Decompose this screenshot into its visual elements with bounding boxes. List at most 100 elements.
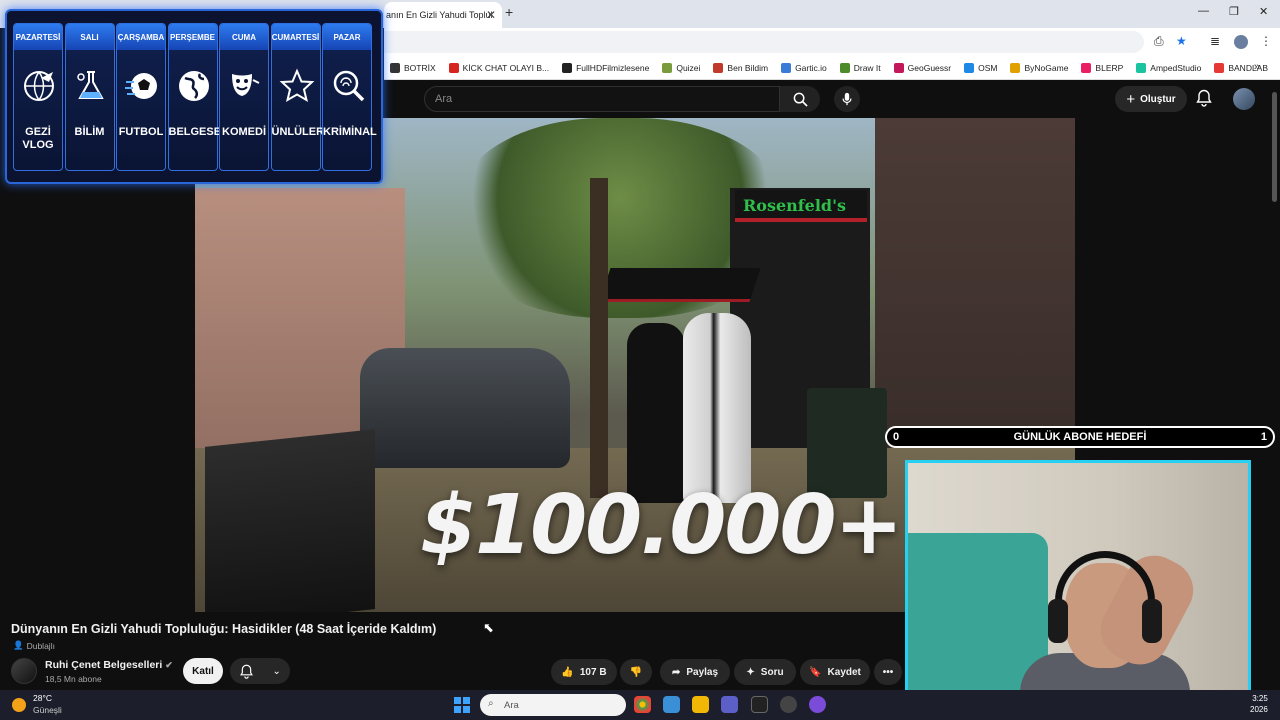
bookmark-label: OSM xyxy=(978,62,998,73)
bookmark-favicon-icon xyxy=(1214,62,1225,73)
video-trash-bin-left xyxy=(205,429,375,612)
channel-subscriber-count: 18,5 Mn abone xyxy=(45,674,102,684)
more-bookmarks-icon[interactable]: » xyxy=(1254,61,1260,73)
install-app-icon[interactable]: ⎙ xyxy=(1154,34,1164,49)
search-button[interactable] xyxy=(780,86,820,112)
bookmark-label: Gartic.io xyxy=(795,62,827,73)
scrollbar-thumb[interactable] xyxy=(1272,92,1277,202)
bookmark-item[interactable]: Ben Bildim xyxy=(713,62,769,73)
profile-avatar-icon[interactable] xyxy=(1234,35,1248,49)
create-button[interactable]: + Oluştur xyxy=(1115,86,1187,112)
bookmark-favicon-icon xyxy=(1081,62,1092,73)
join-button[interactable]: Katıl xyxy=(183,658,223,684)
minimize-icon[interactable]: — xyxy=(1198,5,1209,17)
schedule-day-name: PAZAR xyxy=(323,24,371,50)
schedule-day-name: CUMA xyxy=(220,24,268,50)
discord-app-icon[interactable] xyxy=(809,696,826,713)
soccer-ball-icon xyxy=(125,73,157,99)
address-bar-row: ⎙ ★ ≣ ⋮ xyxy=(384,28,1280,56)
close-window-icon[interactable]: ✕ xyxy=(1259,5,1268,18)
schedule-day-7: PAZAR KRİMİNAL xyxy=(322,23,377,171)
bookmark-item[interactable]: BOTRİX xyxy=(390,62,436,73)
bookmark-favicon-icon xyxy=(713,62,724,73)
subscription-notification-button[interactable]: ⌄ xyxy=(230,658,290,684)
bookmark-item[interactable]: AmpedStudio xyxy=(1136,62,1202,73)
notifications-bell-icon[interactable] xyxy=(1196,89,1212,107)
obs-app-icon[interactable] xyxy=(780,696,797,713)
new-tab-icon[interactable]: + xyxy=(505,4,513,20)
bookmark-label: BOTRİX xyxy=(404,62,436,73)
more-actions-button[interactable]: ••• xyxy=(874,659,902,685)
chevron-down-icon: ⌄ xyxy=(272,665,281,677)
bookmark-item[interactable]: Gartic.io xyxy=(781,62,827,73)
bookmark-star-icon[interactable]: ★ xyxy=(1176,34,1187,48)
goal-title: GÜNLÜK ABONE HEDEFİ xyxy=(1013,431,1147,443)
bookmark-item[interactable]: FullHDFilmizlesene xyxy=(562,62,650,73)
bookmark-item[interactable]: GeoGuessr xyxy=(893,62,952,73)
dislike-button[interactable]: 👎 xyxy=(620,659,652,685)
windows-start-icon[interactable] xyxy=(454,697,470,713)
bookmark-item[interactable]: Draw It xyxy=(839,62,881,73)
schedule-day-name: SALI xyxy=(65,24,114,50)
like-button[interactable]: 👍 107 B xyxy=(551,659,617,685)
schedule-day-name: CUMARTESİ xyxy=(271,24,320,50)
close-tab-icon[interactable]: ✕ xyxy=(486,8,496,22)
create-label: Oluştur xyxy=(1140,93,1176,105)
sun-icon xyxy=(12,698,26,712)
photos-app-icon[interactable] xyxy=(663,696,680,713)
bookmark-label: FullHDFilmizlesene xyxy=(576,62,650,73)
browser-tab[interactable]: anın En Gizli Yahudi Toplul ✕ xyxy=(384,2,502,28)
schedule-day-category: ÜNLÜLER xyxy=(271,126,325,138)
menu-kebab-icon[interactable]: ⋮ xyxy=(1260,34,1272,48)
windows-taskbar: 28°C Güneşli ⌕ Ara 3:25 2026 xyxy=(0,690,1280,720)
video-shop-awning xyxy=(599,268,761,302)
epic-games-icon[interactable] xyxy=(751,696,768,713)
channel-name[interactable]: Ruhi Çenet Belgeselleri ✔ xyxy=(45,659,173,671)
media-controls-icon[interactable]: ≣ xyxy=(1210,34,1220,48)
system-clock[interactable]: 3:25 2026 xyxy=(1250,693,1268,715)
video-tree-trunk xyxy=(590,178,608,498)
schedule-day-name: ÇARŞAMBA xyxy=(117,24,165,50)
share-label: Paylaş xyxy=(686,666,719,678)
clock-time: 3:25 xyxy=(1252,694,1268,703)
voice-search-button[interactable] xyxy=(834,86,860,112)
address-bar[interactable] xyxy=(384,31,1144,53)
mouse-cursor-icon: ⬉ xyxy=(483,620,494,635)
taskbar-search-placeholder: Ara xyxy=(504,699,519,711)
restore-icon[interactable]: ❐ xyxy=(1229,5,1239,18)
bookmark-item[interactable]: ByNoGame xyxy=(1010,62,1069,73)
theater-masks-icon xyxy=(232,74,260,96)
schedule-day-2: SALI BİLİM xyxy=(64,23,115,171)
chrome-app-icon[interactable] xyxy=(634,696,651,713)
bookmark-label: BANDLAB xyxy=(1228,62,1269,73)
bookmark-item[interactable]: KİCK CHAT OLAYI B... xyxy=(448,62,549,73)
page-scrollbar[interactable] xyxy=(1270,80,1280,690)
bookmark-favicon-icon xyxy=(390,62,400,73)
bookmark-label: GeoGuessr xyxy=(907,62,952,73)
weather-condition[interactable]: Güneşli xyxy=(33,705,62,715)
bookmark-item[interactable]: BLERP xyxy=(1081,62,1123,73)
bookmark-label: ByNoGame xyxy=(1024,62,1069,73)
bookmark-favicon-icon xyxy=(1136,62,1147,73)
account-avatar[interactable] xyxy=(1233,88,1255,110)
bookmark-label: Quizei xyxy=(676,62,701,73)
bookmark-item[interactable]: Quizei xyxy=(662,62,701,73)
bookmark-label: AmpedStudio xyxy=(1150,62,1202,73)
search-input[interactable]: Ara xyxy=(424,86,780,112)
file-explorer-icon[interactable] xyxy=(692,696,709,713)
bookmark-label: Ben Bildim xyxy=(727,62,769,73)
channel-avatar[interactable] xyxy=(11,658,37,684)
teams-app-icon[interactable] xyxy=(721,696,738,713)
schedule-day-3: ÇARŞAMBA FUTBOL xyxy=(116,23,166,171)
share-button[interactable]: ➦ Paylaş xyxy=(660,659,730,685)
schedule-day-category: KRİMİNAL xyxy=(323,126,377,138)
screen: anın En Gizli Yahudi Toplul ✕ + — ❐ ✕ ⎙ … xyxy=(0,0,1280,720)
taskbar-search-input[interactable]: ⌕ Ara xyxy=(480,694,626,716)
schedule-day-5: CUMA KOMEDİ xyxy=(219,23,269,171)
verified-badge-icon: ✔ xyxy=(165,660,173,670)
weather-temperature[interactable]: 28°C xyxy=(33,693,52,703)
ask-button[interactable]: ✦ Soru xyxy=(734,659,796,685)
bookmark-item[interactable]: OSM xyxy=(964,62,998,73)
save-button[interactable]: 🔖 Kaydet xyxy=(800,659,870,685)
video-side-blank xyxy=(0,180,195,612)
